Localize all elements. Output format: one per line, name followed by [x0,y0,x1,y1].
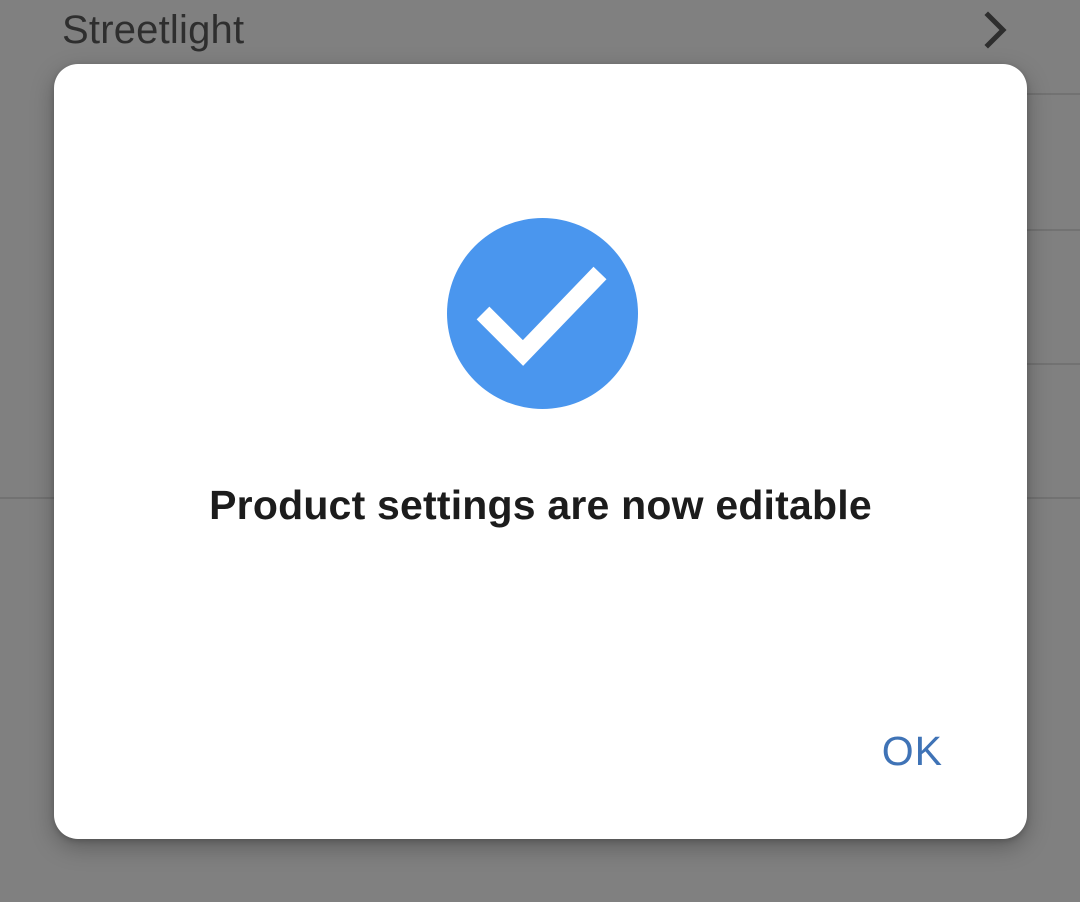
list-item-label: Streetlight [62,8,245,52]
list-divider [0,497,54,499]
list-divider [1027,363,1080,365]
check-circle-icon [447,218,638,409]
confirmation-dialog: Product settings are now editable OK [54,64,1027,839]
list-divider [1027,497,1080,499]
chevron-right-icon [984,11,1007,49]
screen: Streetlight Product settings are now edi… [0,0,1080,902]
list-divider [1027,93,1080,95]
list-divider [1027,229,1080,231]
list-item-streetlight[interactable]: Streetlight [0,0,1080,64]
dialog-message: Product settings are now editable [209,482,872,528]
ok-button[interactable]: OK [872,724,953,779]
